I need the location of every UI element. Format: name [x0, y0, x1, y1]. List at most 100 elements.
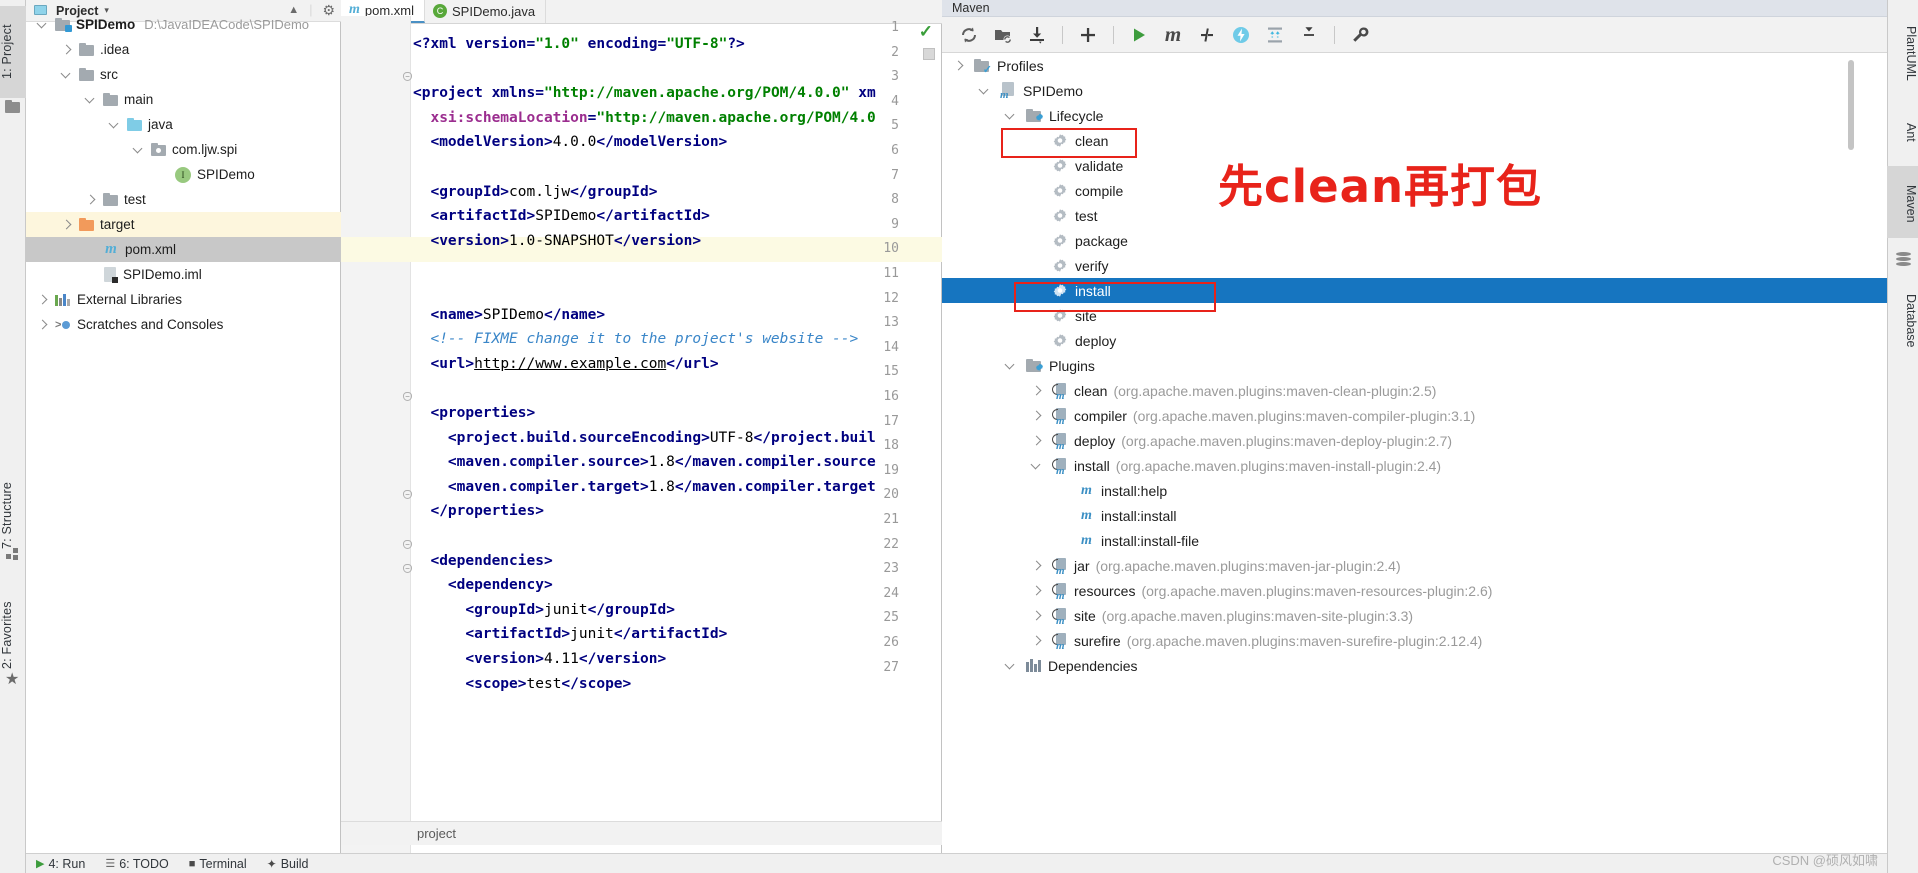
chevron-down-icon[interactable] [1030, 459, 1044, 473]
maven-tree-row[interactable]: deploy [942, 328, 1887, 353]
maven-tree-row[interactable]: m install:install [942, 503, 1887, 528]
chevron-right-icon[interactable] [952, 59, 966, 73]
maven-tree-row[interactable]: m compiler (org.apache.maven.plugins:maven… [942, 403, 1887, 428]
right-tab-database[interactable]: Database [1887, 270, 1918, 368]
code-line[interactable]: <artifactId>junit</artifactId> [413, 622, 727, 647]
chevron-down-icon[interactable] [1004, 109, 1018, 123]
maven-tree-row[interactable]: m deploy (org.apache.maven.plugins:maven-d… [942, 428, 1887, 453]
project-tree-row[interactable]: java [26, 112, 341, 137]
chevron-down-icon[interactable] [84, 93, 97, 106]
maven-tree-row[interactable]: m resources (org.apache.maven.plugins:mave… [942, 578, 1887, 603]
chevron-right-icon[interactable] [1030, 409, 1044, 423]
code-line[interactable]: <version>1.0-SNAPSHOT</version> [413, 229, 701, 254]
project-tree-row[interactable]: com.ljw.spi [26, 137, 341, 162]
chevron-right-icon[interactable] [60, 218, 73, 231]
chevron-right-icon[interactable] [1030, 584, 1044, 598]
collapse-all-icon[interactable] [1294, 21, 1324, 49]
left-tab-project[interactable]: 1: Project [0, 6, 26, 98]
bottom-tab-todo[interactable]: ☰ 6: TODO [105, 857, 168, 871]
chevron-down-icon[interactable] [108, 118, 121, 131]
code-line[interactable]: <!-- FIXME change it to the project's we… [413, 327, 858, 352]
code-line[interactable]: <groupId>com.ljw</groupId> [413, 180, 657, 205]
maven-tree-row[interactable]: site [942, 303, 1887, 328]
project-tree-row[interactable]: SPIDemo.iml [26, 262, 341, 287]
project-tree-row[interactable]: test [26, 187, 341, 212]
editor-tab-spidemo-java[interactable]: C SPIDemo.java [425, 0, 546, 23]
chevron-down-icon[interactable] [132, 143, 145, 156]
code-line[interactable]: <dependencies> [413, 549, 553, 574]
maven-tree-row[interactable]: m install (org.apache.maven.plugins:maven-… [942, 453, 1887, 478]
maven-tree-row[interactable]: m clean (org.apache.maven.plugins:maven-cl… [942, 378, 1887, 403]
code-line[interactable]: <scope>test</scope> [413, 672, 631, 697]
code-line[interactable]: xsi:schemaLocation="http://maven.apache.… [413, 106, 876, 131]
maven-tree-row[interactable]: Plugins [942, 353, 1887, 378]
generate-sources-icon[interactable] [988, 21, 1018, 49]
execute-maven-goal-icon[interactable]: m [1158, 21, 1188, 49]
code-line[interactable]: <name>SPIDemo</name> [413, 303, 605, 328]
code-line[interactable]: <artifactId>SPIDemo</artifactId> [413, 204, 710, 229]
code-line[interactable]: <groupId>junit</groupId> [413, 598, 675, 623]
chevron-right-icon[interactable] [1030, 634, 1044, 648]
chevron-down-icon[interactable] [1004, 359, 1018, 373]
chevron-right-icon[interactable] [1030, 609, 1044, 623]
project-tree-row[interactable]: External Libraries [26, 287, 341, 312]
project-tree-row[interactable]: main [26, 87, 341, 112]
run-icon[interactable] [1124, 21, 1154, 49]
project-tree-row[interactable]: > Scratches and Consoles [26, 312, 341, 337]
maven-tree-row[interactable]: verify [942, 253, 1887, 278]
maven-tree-row[interactable]: m install:help [942, 478, 1887, 503]
chevron-right-icon[interactable] [36, 293, 49, 306]
code-line[interactable]: <url>http://www.example.com</url> [413, 352, 719, 377]
scrollbar-thumb[interactable] [923, 48, 935, 60]
toggle-offline-icon[interactable] [1226, 21, 1256, 49]
maven-tree-row[interactable]: m surefire (org.apache.maven.plugins:maven… [942, 628, 1887, 653]
maven-tree-row[interactable]: m install:install-file [942, 528, 1887, 553]
maven-tree-row[interactable]: package [942, 228, 1887, 253]
inspection-ok-check-icon[interactable]: ✓ [919, 22, 933, 42]
project-tree-row[interactable]: I SPIDemo [26, 162, 341, 187]
code-line[interactable]: <maven.compiler.target>1.8</maven.compil… [413, 475, 876, 500]
download-sources-icon[interactable] [1022, 21, 1052, 49]
code-line[interactable]: <dependency> [413, 573, 553, 598]
maven-settings-icon[interactable] [1345, 21, 1375, 49]
chevron-right-icon[interactable] [36, 318, 49, 331]
toggle-skip-tests-icon[interactable] [1192, 21, 1222, 49]
project-tree-row[interactable]: target [26, 212, 341, 237]
code-line[interactable]: <?xml version="1.0" encoding="UTF-8"?> [413, 32, 745, 57]
code-line[interactable]: <maven.compiler.source>1.8</maven.compil… [413, 450, 876, 475]
chevron-down-icon[interactable] [36, 18, 49, 31]
project-tree-row[interactable]: m pom.xml [26, 237, 341, 262]
maven-tree-row[interactable]: install [942, 278, 1887, 303]
chevron-down-icon[interactable] [1004, 659, 1018, 673]
maven-tree-row[interactable]: Dependencies [942, 653, 1887, 678]
bottom-tab-terminal[interactable]: ■ Terminal [189, 857, 247, 871]
chevron-right-icon[interactable] [1030, 434, 1044, 448]
maven-tree-row[interactable]: m SPIDemo [942, 78, 1887, 103]
maven-tree-row[interactable]: m site (org.apache.maven.plugins:maven-sit… [942, 603, 1887, 628]
code-line[interactable]: <project.build.sourceEncoding>UTF-8</pro… [413, 426, 876, 451]
add-maven-project-icon[interactable] [1073, 21, 1103, 49]
project-tree-row[interactable]: .idea [26, 37, 341, 62]
bottom-tab-run[interactable]: ▶ 4: Run [36, 857, 85, 871]
breadcrumb[interactable]: project [341, 821, 942, 845]
right-tab-maven[interactable]: Maven [1887, 166, 1918, 238]
code-line[interactable]: <project xmlns="http://maven.apache.org/… [413, 81, 876, 106]
chevron-right-icon[interactable] [84, 193, 97, 206]
chevron-right-icon[interactable] [60, 43, 73, 56]
maven-vertical-scrollbar[interactable] [1848, 60, 1854, 150]
chevron-right-icon[interactable] [1030, 559, 1044, 573]
right-tab-ant[interactable]: Ant [1887, 110, 1918, 150]
project-tree-row[interactable]: src [26, 62, 341, 87]
code-line[interactable]: <properties> [413, 401, 535, 426]
project-tree-row[interactable]: SPIDemo D:\JavaIDEACode\SPIDemo [26, 12, 341, 37]
reimport-icon[interactable] [954, 21, 984, 49]
chevron-down-icon[interactable] [60, 68, 73, 81]
maven-tree-row[interactable]: Lifecycle [942, 103, 1887, 128]
code-line[interactable]: </properties> [413, 499, 544, 524]
right-tab-plantuml[interactable]: PlantUML [1887, 8, 1918, 94]
expand-all-icon[interactable] [1260, 21, 1290, 49]
code-line[interactable]: <version>4.11</version> [413, 647, 666, 672]
code-line[interactable]: <modelVersion>4.0.0</modelVersion> [413, 130, 727, 155]
chevron-right-icon[interactable] [1030, 384, 1044, 398]
editor-gutter[interactable] [341, 16, 411, 873]
